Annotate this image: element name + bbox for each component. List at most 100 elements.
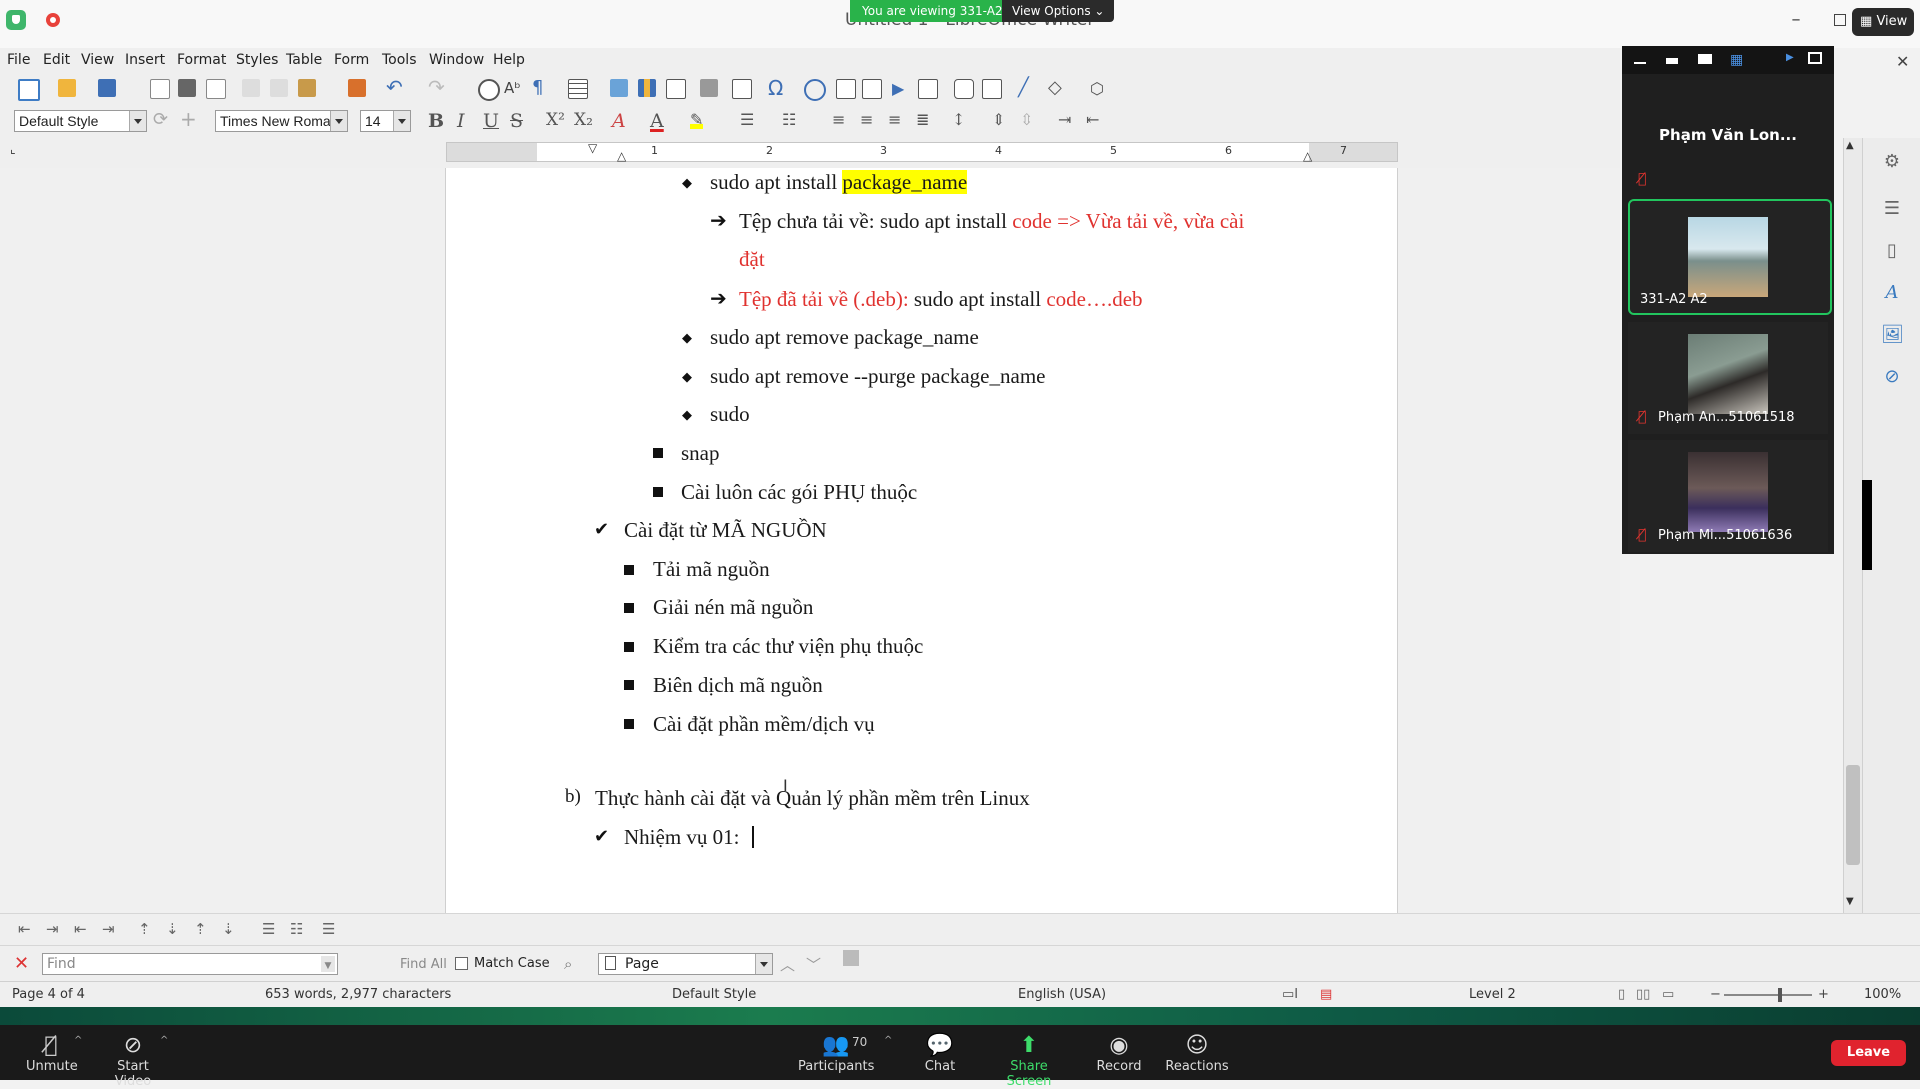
- panel-collapse-handle[interactable]: [1862, 480, 1872, 570]
- clone-formatting-icon[interactable]: [348, 79, 366, 97]
- zoom-out-icon[interactable]: −: [1710, 987, 1721, 1002]
- record-button[interactable]: ◉ Record: [1096, 1033, 1142, 1074]
- page-icon[interactable]: ▯: [1881, 240, 1903, 262]
- participant-tile[interactable]: 331-A2 A2: [1628, 199, 1832, 315]
- book-view-icon[interactable]: ▭: [1662, 987, 1674, 1002]
- demote-sublist-icon[interactable]: ⇤: [74, 920, 87, 938]
- font-size-select[interactable]: 14: [360, 110, 411, 132]
- page-break-icon[interactable]: [700, 79, 718, 97]
- view-options-button[interactable]: View Options ⌄: [1002, 0, 1115, 22]
- restore-icon[interactable]: [1834, 14, 1846, 26]
- cross-reference-icon[interactable]: [918, 79, 938, 99]
- menu-tools[interactable]: Tools: [382, 52, 417, 68]
- special-character-icon[interactable]: Ω: [768, 78, 786, 98]
- paste-icon[interactable]: [298, 79, 316, 97]
- scrollbar-thumb[interactable]: [1846, 765, 1860, 865]
- leave-button[interactable]: Leave: [1831, 1040, 1906, 1066]
- subscript-icon[interactable]: X₂: [574, 110, 593, 130]
- insert-unnumbered-icon[interactable]: ☰: [262, 920, 275, 938]
- cut-icon[interactable]: [242, 79, 260, 97]
- hyperlink-icon[interactable]: [804, 79, 826, 101]
- redo-icon[interactable]: ↷: [428, 77, 446, 97]
- numbering-icon[interactable]: ☷: [782, 110, 796, 129]
- superscript-icon[interactable]: X²: [546, 110, 565, 130]
- promote-icon[interactable]: ⇥: [46, 920, 59, 938]
- restart-numbering-icon[interactable]: ☷: [290, 920, 303, 938]
- decrease-paragraph-spacing-icon[interactable]: ⇳: [1020, 110, 1033, 129]
- draw-functions-icon[interactable]: ⬡: [1090, 79, 1108, 98]
- signature-icon[interactable]: ▤: [1320, 987, 1332, 1002]
- align-right-icon[interactable]: ≡: [888, 110, 901, 129]
- find-replace-icon[interactable]: ⌕: [564, 955, 572, 973]
- align-left-icon[interactable]: ≡: [832, 110, 845, 129]
- update-style-icon[interactable]: ⟳: [153, 111, 171, 129]
- unmute-button[interactable]: 🎙̸ Unmute: [26, 1033, 78, 1074]
- menu-view[interactable]: View: [81, 52, 114, 68]
- menu-file[interactable]: File: [7, 52, 30, 68]
- zoom-slider-handle[interactable]: [1778, 988, 1782, 1002]
- menu-help[interactable]: Help: [493, 52, 525, 68]
- toolbar-options-icon[interactable]: [843, 950, 859, 966]
- language-status[interactable]: English (USA): [1018, 987, 1106, 1002]
- minimize-icon[interactable]: –: [1784, 10, 1808, 34]
- footnote-icon[interactable]: [836, 79, 856, 99]
- scroll-up-icon[interactable]: ▲: [1846, 140, 1854, 151]
- find-next-icon[interactable]: ﹀: [806, 954, 821, 975]
- thumbnail-view-icon[interactable]: [1698, 54, 1712, 64]
- bold-icon[interactable]: B: [428, 110, 444, 132]
- word-count[interactable]: 653 words, 2,977 characters: [265, 987, 451, 1002]
- menu-edit[interactable]: Edit: [43, 52, 70, 68]
- spelling-icon[interactable]: Aᵇ: [504, 79, 522, 97]
- basic-shapes-icon[interactable]: ◇: [1048, 79, 1066, 97]
- strikethrough-icon[interactable]: S: [510, 110, 523, 132]
- scroll-down-icon[interactable]: ▼: [1846, 896, 1854, 907]
- menu-window[interactable]: Window: [429, 52, 484, 68]
- save-icon[interactable]: [98, 79, 116, 97]
- stop-share-icon[interactable]: [46, 13, 60, 27]
- insert-mode-icon[interactable]: ▭I: [1282, 987, 1298, 1002]
- insert-chart-icon[interactable]: [638, 79, 656, 97]
- menu-table[interactable]: Table: [286, 52, 322, 68]
- view-button[interactable]: ▦ View: [1852, 8, 1914, 36]
- italic-icon[interactable]: I: [457, 110, 465, 132]
- participant-tile[interactable]: 🎙̸ Phạm Mi...51061636: [1628, 440, 1828, 552]
- gallery-icon[interactable]: 🖼: [1881, 324, 1904, 346]
- copy-icon[interactable]: [270, 79, 288, 97]
- print-icon[interactable]: [178, 79, 196, 97]
- close-icon[interactable]: ✕: [14, 955, 29, 973]
- increase-indent-icon[interactable]: ⇥: [1058, 110, 1071, 129]
- move-down-icon[interactable]: ⇣: [166, 920, 179, 938]
- page-count[interactable]: Page 4 of 4: [12, 987, 85, 1002]
- justify-icon[interactable]: ≣: [916, 110, 929, 129]
- styles-icon[interactable]: A: [1881, 282, 1903, 304]
- bullets-icon[interactable]: ☰: [740, 110, 754, 129]
- undo-icon[interactable]: ↶: [386, 77, 404, 97]
- shield-icon[interactable]: [6, 10, 26, 30]
- open-folder-icon[interactable]: [58, 79, 76, 97]
- next-page-icon[interactable]: ▶: [1786, 52, 1794, 63]
- chat-button[interactable]: 💬 Chat: [920, 1033, 960, 1074]
- find-all-button[interactable]: Find All: [400, 957, 447, 972]
- new-style-icon[interactable]: +: [180, 109, 198, 129]
- text-box-icon[interactable]: [666, 79, 686, 99]
- font-name-select[interactable]: Times New Roman: [215, 110, 348, 132]
- comment-icon[interactable]: [954, 79, 974, 99]
- bullets-numbering-dialog-icon[interactable]: ☰: [322, 920, 335, 938]
- share-screen-button[interactable]: ⬆ Share Screen: [986, 1033, 1072, 1089]
- first-line-indent-icon[interactable]: ▽: [588, 141, 597, 155]
- move-down-sublist-icon[interactable]: ⇣: [222, 920, 235, 938]
- single-page-view-icon[interactable]: ▯: [1618, 987, 1625, 1002]
- endnote-icon[interactable]: [862, 79, 882, 99]
- demote-icon[interactable]: ⇤: [18, 920, 31, 938]
- close-icon[interactable]: ✕: [1896, 52, 1909, 71]
- insert-image-icon[interactable]: [610, 79, 628, 97]
- zoom-in-icon[interactable]: +: [1818, 987, 1829, 1002]
- chevron-up-icon[interactable]: ^: [884, 1035, 892, 1046]
- speaker-view-icon[interactable]: [1666, 58, 1678, 64]
- new-document-icon[interactable]: [18, 79, 40, 101]
- page-style[interactable]: Default Style: [672, 987, 756, 1002]
- properties-icon[interactable]: ☰: [1881, 198, 1903, 220]
- insert-table-icon[interactable]: [568, 79, 588, 99]
- right-indent-icon[interactable]: △: [1303, 149, 1312, 163]
- paragraph-style-select[interactable]: Default Style: [14, 110, 147, 132]
